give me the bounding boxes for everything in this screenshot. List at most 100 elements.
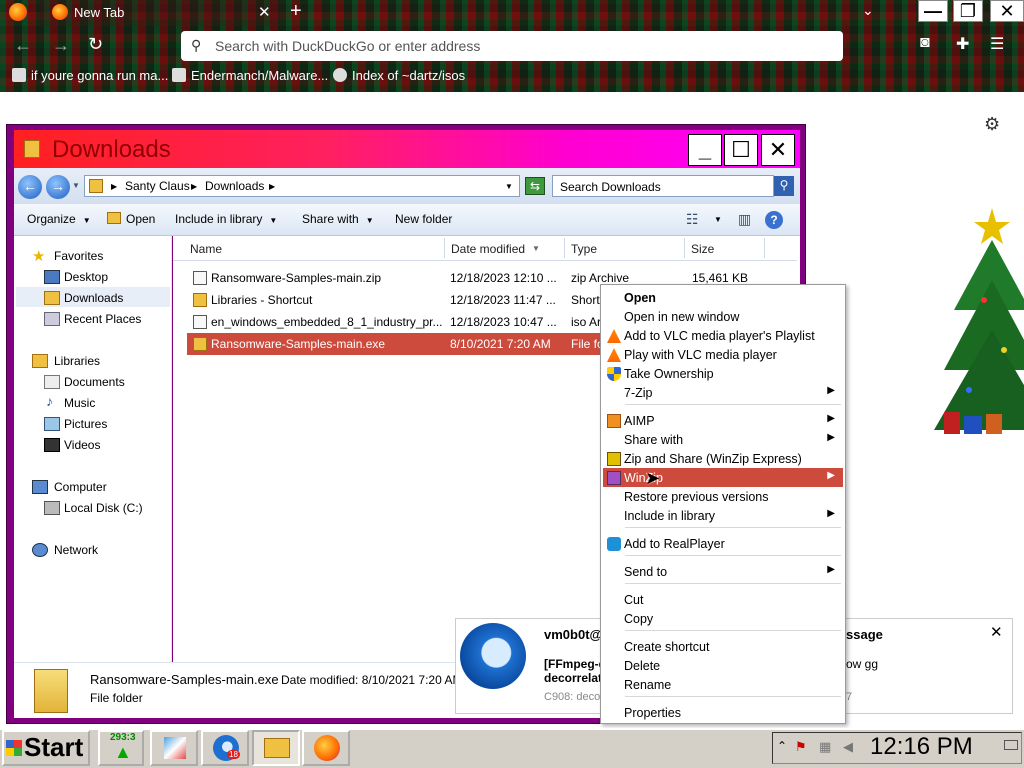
gear-icon[interactable]: ⚙ xyxy=(984,114,1000,135)
nav-pictures[interactable]: Pictures xyxy=(64,417,107,431)
explorer-address-box[interactable]: ▶ Santy Claus ▶ Downloads ▶ ▼ xyxy=(84,175,520,197)
nav-network[interactable]: Network xyxy=(54,543,98,557)
menu-item-zip-and-share[interactable]: Zip and Share (WinZip Express) xyxy=(603,449,843,468)
back-button[interactable]: ← xyxy=(18,175,42,199)
menu-item-restore-previous[interactable]: Restore previous versions xyxy=(603,487,843,506)
change-view-icon[interactable]: ☷ xyxy=(686,211,699,228)
menu-item-create-shortcut[interactable]: Create shortcut xyxy=(603,637,843,656)
organize-button[interactable]: Organize ▼ xyxy=(27,212,91,226)
column-date-modified[interactable]: Date modified xyxy=(451,242,525,256)
breadcrumb-santy-claus[interactable]: Santy Claus xyxy=(125,179,190,193)
pocket-icon[interactable]: ◙ xyxy=(920,34,930,52)
search-icon[interactable]: ⚲ xyxy=(774,176,794,196)
list-tabs-chevron-icon[interactable]: ⌄ xyxy=(862,2,874,19)
menu-item-cut[interactable]: Cut xyxy=(603,590,843,609)
help-icon[interactable]: ? xyxy=(765,211,783,229)
nav-libraries[interactable]: Libraries xyxy=(54,354,100,368)
new-tab-button[interactable]: + xyxy=(290,0,302,23)
taskbar-tree-gadget[interactable]: 293:3 ▲ xyxy=(98,730,144,766)
explorer-minimize-button[interactable]: _ xyxy=(688,134,722,166)
include-in-library-button[interactable]: Include in library ▼ xyxy=(175,212,277,226)
start-button[interactable]: Start xyxy=(2,730,90,766)
bookmark-1[interactable]: if youre gonna run ma... xyxy=(12,68,168,83)
menu-item-7zip[interactable]: 7-Zip ▶ xyxy=(603,383,843,402)
explorer-title-bar[interactable]: Downloads xyxy=(14,130,800,168)
share-with-button[interactable]: Share with ▼ xyxy=(302,212,374,226)
back-arrow-icon[interactable]: ← xyxy=(14,35,32,56)
menu-item-vlc-play[interactable]: Play with VLC media player xyxy=(603,345,843,364)
breadcrumb-downloads[interactable]: Downloads xyxy=(205,179,264,193)
reload-icon[interactable]: ↻ xyxy=(88,34,103,55)
folder-icon xyxy=(89,179,103,193)
refresh-icon[interactable]: ⇆ xyxy=(525,177,545,195)
recent-pages-chevron-icon[interactable]: ▼ xyxy=(72,181,80,190)
menu-item-include-in-library[interactable]: Include in library ▶ xyxy=(603,506,843,525)
extensions-icon[interactable]: ✚ xyxy=(956,34,969,54)
nav-favorites[interactable]: Favorites xyxy=(54,249,103,263)
view-dropdown-icon[interactable]: ▼ xyxy=(714,215,722,224)
column-divider[interactable] xyxy=(444,238,445,258)
menu-item-open-new-window[interactable]: Open in new window xyxy=(603,307,843,326)
nav-videos[interactable]: Videos xyxy=(64,438,100,452)
menu-item-rename[interactable]: Rename xyxy=(603,675,843,694)
menu-item-send-to[interactable]: Send to ▶ xyxy=(603,562,843,581)
menu-item-take-ownership[interactable]: Take Ownership xyxy=(603,364,843,383)
menu-hamburger-icon[interactable]: ☰ xyxy=(990,34,1004,54)
taskbar-firefox[interactable] xyxy=(302,730,350,766)
menu-item-open[interactable]: Open xyxy=(603,288,843,307)
restore-window-button[interactable]: ❐ xyxy=(953,0,983,22)
close-window-button[interactable]: ✕ xyxy=(990,0,1024,22)
thunderbird-icon xyxy=(460,623,526,689)
column-divider[interactable] xyxy=(684,238,685,258)
nav-computer[interactable]: Computer xyxy=(54,480,107,494)
nav-music[interactable]: Music xyxy=(64,396,95,410)
close-tab-icon[interactable]: ✕ xyxy=(258,3,271,21)
explorer-search-input[interactable]: Search Downloads xyxy=(552,175,774,197)
preview-pane-icon[interactable]: ▥ xyxy=(738,211,751,228)
address-dropdown-icon[interactable]: ▼ xyxy=(505,182,513,191)
nav-desktop[interactable]: Desktop xyxy=(64,270,108,284)
column-divider[interactable] xyxy=(764,238,765,258)
taskbar-thunderbird[interactable]: 18 xyxy=(201,730,249,766)
menu-item-share-with[interactable]: Share with ▶ xyxy=(603,430,843,449)
menu-item-aimp[interactable]: AIMP ▶ xyxy=(603,411,843,430)
menu-item-copy[interactable]: Copy xyxy=(603,609,843,628)
action-center-flag-icon[interactable]: ⚑ xyxy=(795,739,807,755)
firefox-menu-icon[interactable] xyxy=(9,3,27,21)
taskbar-explorer[interactable] xyxy=(252,730,300,766)
column-size[interactable]: Size xyxy=(691,242,714,256)
nav-local-disk[interactable]: Local Disk (C:) xyxy=(64,501,143,515)
nav-recent-places[interactable]: Recent Places xyxy=(64,312,141,326)
close-notification-icon[interactable]: ✕ xyxy=(990,623,1003,641)
nav-downloads[interactable]: Downloads xyxy=(64,291,123,305)
address-bar[interactable]: ⚲ Search with DuckDuckGo or enter addres… xyxy=(181,31,843,61)
notification-right-title: ssage xyxy=(846,627,883,642)
nav-documents[interactable]: Documents xyxy=(64,375,125,389)
menu-item-winzip[interactable]: WinZip ▶ xyxy=(603,468,843,487)
column-divider[interactable] xyxy=(564,238,565,258)
column-name[interactable]: Name xyxy=(190,242,222,256)
menu-item-add-to-realplayer[interactable]: Add to RealPlayer xyxy=(603,534,843,553)
show-desktop-icon[interactable] xyxy=(1004,740,1018,750)
christmas-tree-image xyxy=(934,208,1024,434)
menu-item-delete[interactable]: Delete xyxy=(603,656,843,675)
volume-icon[interactable]: ◀ xyxy=(843,739,853,755)
open-button[interactable]: Open xyxy=(107,212,155,226)
minimize-window-button[interactable]: — xyxy=(918,0,948,22)
forward-button[interactable]: → xyxy=(46,175,70,199)
menu-item-vlc-playlist[interactable]: Add to VLC media player's Playlist xyxy=(603,326,843,345)
explorer-maximize-button[interactable]: ☐ xyxy=(724,134,758,166)
show-hidden-icons-chevron-icon[interactable]: ⌃ xyxy=(777,739,787,753)
taskbar-clock[interactable]: 12:16 PM xyxy=(870,733,973,761)
explorer-close-button[interactable]: ✕ xyxy=(761,134,795,166)
bookmark-2[interactable]: Endermanch/Malware... xyxy=(172,68,328,83)
tab-new-tab[interactable]: New Tab xyxy=(40,0,280,26)
bookmark-3[interactable]: Index of ~dartz/isos xyxy=(333,68,465,83)
new-folder-button[interactable]: New folder xyxy=(395,212,452,226)
shield-icon xyxy=(607,367,621,381)
network-tray-icon[interactable]: ▦ xyxy=(819,739,831,755)
menu-item-properties[interactable]: Properties xyxy=(603,703,843,722)
forward-arrow-icon[interactable]: → xyxy=(52,35,70,56)
column-type[interactable]: Type xyxy=(571,242,597,256)
taskbar-paint-app[interactable] xyxy=(150,730,198,766)
